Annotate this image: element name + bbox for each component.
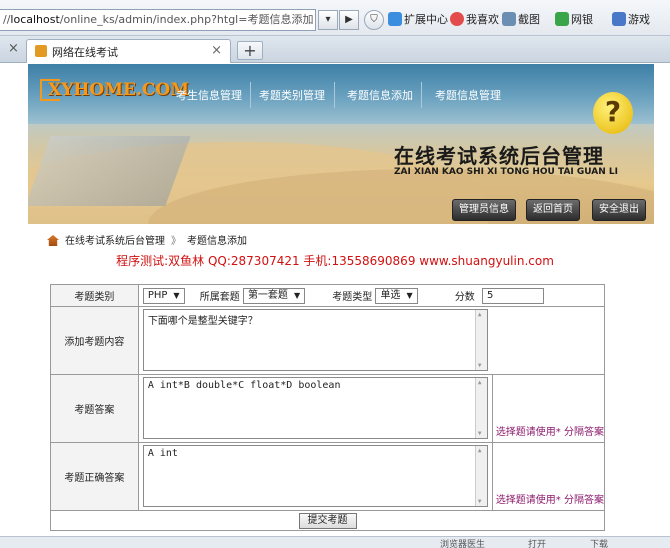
correct-answer-hint: 选择题请使用* 分隔答案: [495, 495, 604, 506]
breadcrumb-current: 考题信息添加: [187, 236, 247, 247]
answer-hint-cell: 选择题请使用* 分隔答案: [491, 374, 606, 443]
scrollbar[interactable]: [474, 310, 487, 370]
screenshot-button[interactable]: 截图: [502, 11, 540, 29]
set-select-value: 第一套题: [247, 289, 288, 301]
admin-banner: XYHOME.COM 考生信息管理 考题类别管理 考题信息添加 考题信息管理 ?…: [28, 64, 654, 224]
answer-hint: 选择题请使用* 分隔答案: [495, 427, 604, 438]
question-form: 考题类别 PHP ▼ 所属套题 第一套题 ▼ 考题类型 单选 ▼ 分数 5 添加考题内…: [50, 284, 606, 531]
category-select[interactable]: PHP ▼: [142, 287, 185, 304]
score-input[interactable]: 5: [482, 287, 544, 304]
status-bar: 浏览器医生 打开 下载: [0, 536, 670, 548]
type-select[interactable]: 单选 ▼: [375, 287, 418, 304]
favorites-button[interactable]: 我喜欢: [450, 11, 499, 29]
form-row-content: 添加考题内容 下面哪个是整型关键字？: [50, 306, 606, 375]
content-label: 添加考题内容: [50, 306, 139, 375]
logout-button[interactable]: 安全退出: [592, 199, 646, 221]
system-title-pinyin: ZAI XIAN KAO SHI XI TONG HOU TAI GUAN LI: [394, 167, 619, 177]
tab-close-icon[interactable]: ×: [211, 43, 222, 58]
correct-answer-textarea[interactable]: A int: [142, 445, 488, 507]
address-bar[interactable]: //localhost/online_ks/admin/index.php?ht…: [0, 9, 316, 31]
extension-center-label: 扩展中心: [404, 13, 448, 26]
question-mark-icon: ?: [593, 92, 633, 134]
category-label: 考题类别: [50, 284, 139, 307]
site-logo: XYHOME.COM: [48, 80, 190, 100]
set-select[interactable]: 第一套题 ▼: [242, 287, 306, 304]
url-host: localhost: [10, 13, 60, 26]
answer-label: 考题答案: [50, 374, 139, 443]
form-row-answer: 考题答案 A int*B double*C float*D boolean 选择…: [50, 374, 606, 443]
tester-info: 程序测试:双鱼林 QQ:287307421 手机:13558690869 www…: [116, 254, 554, 268]
type-label: 考题类型: [332, 292, 373, 303]
nav-question-add[interactable]: 考题信息添加: [347, 87, 413, 103]
set-label: 所属套题: [199, 292, 240, 303]
admin-info-button[interactable]: 管理员信息: [452, 199, 516, 221]
chevron-down-icon: ▼: [173, 290, 180, 300]
form-row-correct: 考题正确答案 A int 选择题请使用* 分隔答案: [50, 442, 606, 511]
home-icon: [47, 235, 59, 246]
submit-question-button[interactable]: 提交考题: [298, 512, 357, 529]
category-select-value: PHP: [147, 289, 168, 301]
extension-center-button[interactable]: 扩展中心: [388, 11, 448, 29]
gamepad-icon: [612, 12, 626, 26]
correct-answer-label: 考题正确答案: [50, 442, 139, 511]
meta-cell: PHP ▼ 所属套题 第一套题 ▼ 考题类型 单选 ▼ 分数 5: [137, 284, 606, 307]
scrollbar[interactable]: [474, 378, 487, 438]
laptop-graphic: [28, 136, 191, 206]
tab-strip: × 网络在线考试 × +: [0, 36, 670, 63]
nav-divider: [421, 82, 422, 108]
form-row-meta: 考题类别 PHP ▼ 所属套题 第一套题 ▼ 考题类型 单选 ▼ 分数 5: [50, 284, 606, 307]
games-button[interactable]: 游戏: [612, 11, 650, 29]
address-dropdown-button[interactable]: ▾: [318, 10, 338, 30]
browser-toolbar: //localhost/online_ks/admin/index.php?ht…: [0, 0, 670, 36]
page-content: XYHOME.COM 考生信息管理 考题类别管理 考题信息添加 考题信息管理 ?…: [0, 64, 670, 536]
new-tab-button[interactable]: +: [237, 41, 263, 60]
nav-divider: [334, 82, 335, 108]
nav-divider: [250, 82, 251, 108]
nav-question-manage[interactable]: 考题信息管理: [435, 87, 501, 103]
page-favicon-icon: [35, 45, 47, 57]
scissors-icon: [502, 12, 516, 26]
form-row-submit: 提交考题: [50, 510, 605, 531]
system-title: 在线考试系统后台管理: [394, 144, 604, 168]
go-button[interactable]: ▶: [339, 10, 359, 30]
favorites-label: 我喜欢: [466, 13, 499, 26]
answer-cell: A int*B double*C float*D boolean: [137, 374, 493, 443]
bank-icon: [555, 12, 569, 26]
chevron-down-icon: ▼: [293, 290, 301, 300]
url-path: /online_ks/admin/index.php?htgl=考题信息添加: [59, 13, 314, 26]
close-icon[interactable]: ×: [8, 41, 19, 56]
nav-question-category[interactable]: 考题类别管理: [259, 87, 325, 103]
tab-online-exam[interactable]: 网络在线考试 ×: [26, 39, 231, 63]
screenshot-label: 截图: [518, 13, 540, 26]
score-label: 分数: [454, 292, 475, 303]
correct-cell: A int: [137, 442, 493, 511]
games-label: 游戏: [628, 13, 650, 26]
browser-doctor-item[interactable]: 浏览器医生: [440, 537, 485, 548]
status-open-item[interactable]: 打开: [528, 537, 546, 548]
scrollbar[interactable]: [474, 446, 487, 506]
tab-title: 网络在线考试: [52, 46, 118, 59]
answer-textarea-value: A int*B double*C float*D boolean: [147, 380, 341, 391]
online-banking-button[interactable]: 网银: [555, 11, 593, 29]
correct-answer-textarea-value: A int: [147, 448, 178, 459]
online-banking-label: 网银: [571, 13, 593, 26]
type-select-value: 单选: [380, 289, 401, 301]
nav-student-info[interactable]: 考生信息管理: [176, 87, 242, 103]
content-textarea-value: 下面哪个是整型关键字？: [147, 316, 258, 327]
breadcrumb-root[interactable]: 在线考试系统后台管理: [65, 236, 165, 247]
submit-cell: 提交考题: [50, 510, 605, 531]
content-textarea[interactable]: 下面哪个是整型关键字？: [142, 309, 488, 371]
status-download-item[interactable]: 下载: [590, 537, 608, 548]
breadcrumb-separator: 》: [171, 236, 181, 247]
back-home-button[interactable]: 返回首页: [526, 199, 580, 221]
content-cell: 下面哪个是整型关键字？: [137, 306, 606, 375]
puzzle-icon: [388, 12, 402, 26]
chevron-down-icon: ▼: [406, 290, 413, 300]
shield-icon[interactable]: ⛉: [364, 10, 384, 30]
answer-textarea[interactable]: A int*B double*C float*D boolean: [142, 377, 488, 439]
correct-hint-cell: 选择题请使用* 分隔答案: [491, 442, 606, 511]
breadcrumb: 在线考试系统后台管理》考题信息添加: [47, 232, 247, 247]
heart-icon: [450, 12, 464, 26]
